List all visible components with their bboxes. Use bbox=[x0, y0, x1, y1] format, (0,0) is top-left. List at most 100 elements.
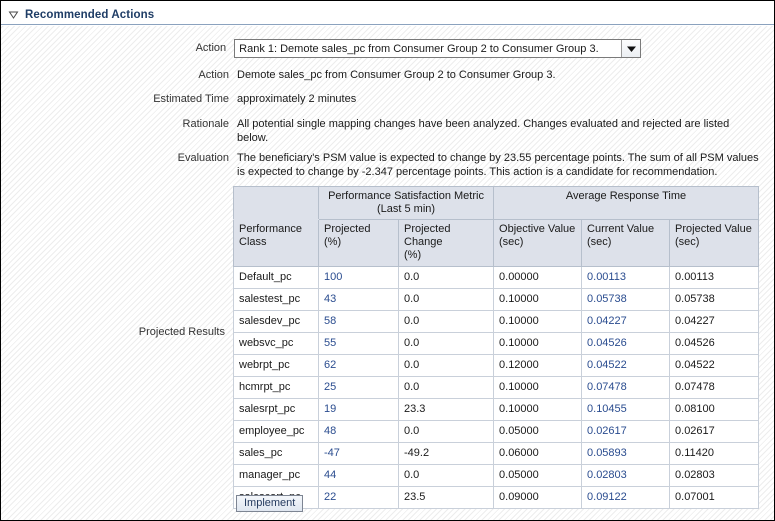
form-row-action-text: Action Demote sales_pc from Consumer Gro… bbox=[1, 68, 741, 82]
table-row[interactable]: salesrpt_pc1923.30.100000.104550.08100 bbox=[234, 399, 759, 421]
group-header-art: Average Response Time bbox=[494, 187, 759, 220]
clipped-text-label: Recommended Actions bbox=[241, 1, 367, 4]
cell-projected-value: 0.04227 bbox=[670, 311, 759, 333]
action-select-label: Action bbox=[1, 39, 234, 58]
cell-performance-class: websvc_pc bbox=[234, 333, 319, 355]
table-row[interactable]: sales_pc-47-49.20.060000.058930.11420 bbox=[234, 443, 759, 465]
cell-objective-value: 0.00000 bbox=[494, 267, 582, 289]
table-row[interactable]: salesdev_pc580.00.100000.042270.04227 bbox=[234, 311, 759, 333]
action-select-value: Rank 1: Demote sales_pc from Consumer Gr… bbox=[235, 43, 621, 55]
cell-objective-value: 0.05000 bbox=[494, 465, 582, 487]
cell-objective-value: 0.10000 bbox=[494, 377, 582, 399]
form-row-estimated-time: Estimated Time approximately 2 minutes bbox=[1, 92, 741, 106]
evaluation-label: Evaluation bbox=[1, 151, 237, 179]
cell-projected-pct: 25 bbox=[319, 377, 399, 399]
chevron-down-icon[interactable] bbox=[621, 40, 640, 57]
cell-projected-change-pct: 0.0 bbox=[399, 355, 494, 377]
table-row[interactable]: salescart_pc2223.50.090000.091220.07001 bbox=[234, 487, 759, 509]
column-header-line1: Performance bbox=[239, 223, 302, 235]
column-header-performance-class[interactable]: Performance Class bbox=[234, 220, 319, 267]
implement-button[interactable]: Implement bbox=[236, 495, 303, 512]
cell-current-value: 0.04526 bbox=[582, 333, 670, 355]
cell-projected-value: 0.05738 bbox=[670, 289, 759, 311]
cell-projected-pct: 44 bbox=[319, 465, 399, 487]
cell-projected-pct: 43 bbox=[319, 289, 399, 311]
cell-projected-change-pct: 0.0 bbox=[399, 333, 494, 355]
form-row-rationale: Rationale All potential single mapping c… bbox=[1, 117, 761, 145]
triangle-down-icon[interactable] bbox=[8, 9, 19, 20]
cell-projected-change-pct: 0.0 bbox=[399, 377, 494, 399]
column-header-line1: Projected bbox=[324, 223, 370, 235]
column-header-current-value[interactable]: Current Value (sec) bbox=[582, 220, 670, 267]
form-row-action-select: Action Rank 1: Demote sales_pc from Cons… bbox=[1, 39, 641, 58]
cell-projected-change-pct: 23.5 bbox=[399, 487, 494, 509]
cell-performance-class: sales_pc bbox=[234, 443, 319, 465]
cell-performance-class: webrpt_pc bbox=[234, 355, 319, 377]
column-header-line1: Projected Change bbox=[404, 223, 450, 248]
cell-projected-value: 0.02803 bbox=[670, 465, 759, 487]
cell-projected-pct: 100 bbox=[319, 267, 399, 289]
projected-results-table: Performance Satisfaction Metric (Last 5 … bbox=[233, 186, 759, 509]
cell-objective-value: 0.10000 bbox=[494, 289, 582, 311]
cell-projected-change-pct: 0.0 bbox=[399, 289, 494, 311]
column-header-objective-value[interactable]: Objective Value (sec) bbox=[494, 220, 582, 267]
table-row[interactable]: employee_pc480.00.050000.026170.02617 bbox=[234, 421, 759, 443]
cell-current-value: 0.05893 bbox=[582, 443, 670, 465]
section-header: Recommended Actions bbox=[1, 5, 774, 25]
cell-performance-class: salesrpt_pc bbox=[234, 399, 319, 421]
cell-projected-pct: 48 bbox=[319, 421, 399, 443]
cell-objective-value: 0.06000 bbox=[494, 443, 582, 465]
cell-projected-change-pct: 0.0 bbox=[399, 311, 494, 333]
cell-projected-pct: 62 bbox=[319, 355, 399, 377]
cell-projected-value: 0.11420 bbox=[670, 443, 759, 465]
cell-projected-value: 0.07478 bbox=[670, 377, 759, 399]
cell-performance-class: Default_pc bbox=[234, 267, 319, 289]
cell-current-value: 0.00113 bbox=[582, 267, 670, 289]
cell-objective-value: 0.05000 bbox=[494, 421, 582, 443]
cell-objective-value: 0.09000 bbox=[494, 487, 582, 509]
cell-objective-value: 0.12000 bbox=[494, 355, 582, 377]
cell-projected-pct: 55 bbox=[319, 333, 399, 355]
cell-current-value: 0.09122 bbox=[582, 487, 670, 509]
cell-projected-value: 0.02617 bbox=[670, 421, 759, 443]
column-header-line1: Current Value bbox=[587, 223, 654, 235]
cell-current-value: 0.02617 bbox=[582, 421, 670, 443]
cell-projected-value: 0.08100 bbox=[670, 399, 759, 421]
column-header-line2: (sec) bbox=[499, 236, 523, 248]
column-header-projected-value[interactable]: Projected Value (sec) bbox=[670, 220, 759, 267]
column-header-line2: (sec) bbox=[675, 236, 699, 248]
column-header-projected-pct[interactable]: Projected (%) bbox=[319, 220, 399, 267]
action-text-label: Action bbox=[1, 68, 237, 82]
column-header-line2: Class bbox=[239, 236, 267, 248]
cell-projected-pct: 19 bbox=[319, 399, 399, 421]
cell-current-value: 0.04227 bbox=[582, 311, 670, 333]
column-header-projected-change-pct[interactable]: Projected Change (%) bbox=[399, 220, 494, 267]
cell-projected-change-pct: 0.0 bbox=[399, 465, 494, 487]
table-body: Default_pc1000.00.000000.001130.00113sal… bbox=[234, 267, 759, 509]
column-header-line1: Projected Value bbox=[675, 223, 752, 235]
cell-performance-class: manager_pc bbox=[234, 465, 319, 487]
table-row[interactable]: salestest_pc430.00.100000.057380.05738 bbox=[234, 289, 759, 311]
cell-objective-value: 0.10000 bbox=[494, 399, 582, 421]
recommended-actions-panel: Recommended Actions Recommended Actions … bbox=[0, 0, 775, 521]
group-header-psm-line2: (Last 5 min) bbox=[377, 203, 435, 215]
table-row[interactable]: websvc_pc550.00.100000.045260.04526 bbox=[234, 333, 759, 355]
rationale-text: All potential single mapping changes hav… bbox=[237, 117, 739, 145]
projected-results-label: Projected Results bbox=[1, 325, 233, 339]
action-select[interactable]: Rank 1: Demote sales_pc from Consumer Gr… bbox=[234, 39, 641, 58]
cell-performance-class: employee_pc bbox=[234, 421, 319, 443]
cell-performance-class: salesdev_pc bbox=[234, 311, 319, 333]
table-row[interactable]: hcmrpt_pc250.00.100000.074780.07478 bbox=[234, 377, 759, 399]
column-header-line2: (sec) bbox=[587, 236, 611, 248]
cell-current-value: 0.05738 bbox=[582, 289, 670, 311]
table-row[interactable]: Default_pc1000.00.000000.001130.00113 bbox=[234, 267, 759, 289]
table-row[interactable]: manager_pc440.00.050000.028030.02803 bbox=[234, 465, 759, 487]
cell-current-value: 0.10455 bbox=[582, 399, 670, 421]
table-row[interactable]: webrpt_pc620.00.120000.045220.04522 bbox=[234, 355, 759, 377]
group-header-art-label: Average Response Time bbox=[566, 190, 686, 202]
column-header-line2: (%) bbox=[404, 249, 421, 261]
form-row-projected-results: Projected Results bbox=[1, 325, 233, 339]
table-group-header-row: Performance Satisfaction Metric (Last 5 … bbox=[234, 187, 759, 220]
cell-projected-pct: 58 bbox=[319, 311, 399, 333]
estimated-time-value: approximately 2 minutes bbox=[237, 92, 356, 106]
